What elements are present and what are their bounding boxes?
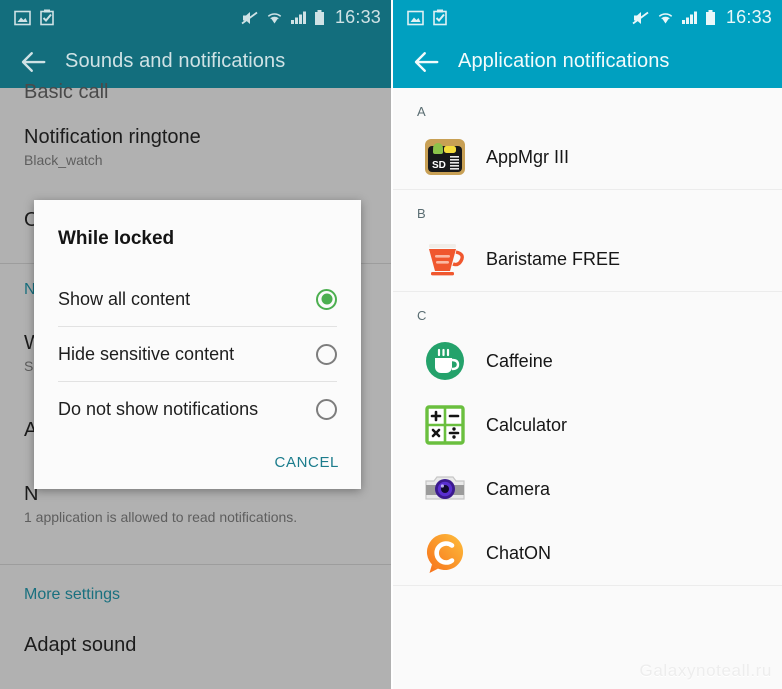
app-section-b: B Baristame FREE bbox=[393, 190, 782, 292]
section-letter: C bbox=[417, 308, 427, 323]
right-page-title: Application notifications bbox=[458, 50, 670, 72]
status-bar-left: 16:33 bbox=[0, 0, 391, 35]
clipboard-check-icon bbox=[40, 9, 54, 26]
list-item-adapt-sound[interactable]: Adapt sound bbox=[24, 633, 136, 657]
list-item-subtitle: 1 application is allowed to read notific… bbox=[24, 509, 298, 525]
list-item-chaton[interactable]: ChatON bbox=[393, 521, 782, 585]
dual-screenshot-root: 16:33 Sounds and notifications Basic cal… bbox=[0, 0, 782, 689]
back-arrow-icon[interactable] bbox=[411, 47, 441, 77]
back-arrow-icon[interactable] bbox=[18, 47, 48, 77]
list-item-camera[interactable]: Camera bbox=[393, 457, 782, 521]
signal-icon bbox=[681, 11, 697, 24]
dialog-option-label: Show all content bbox=[58, 288, 191, 309]
status-bar-left-icons bbox=[14, 9, 56, 26]
battery-icon bbox=[314, 9, 324, 25]
list-item-baristame[interactable]: Baristame FREE bbox=[393, 227, 782, 291]
appmgr-icon: SD bbox=[425, 139, 465, 175]
camera-icon bbox=[425, 476, 465, 500]
app-name: Calculator bbox=[486, 414, 568, 435]
section-divider bbox=[0, 564, 391, 565]
list-item-caffeine[interactable]: Caffeine bbox=[393, 329, 782, 393]
dialog-option-do-not-show-notifications[interactable]: Do not show notifications bbox=[34, 382, 361, 436]
status-bar-right: 16:33 bbox=[393, 0, 782, 35]
picture-icon bbox=[14, 10, 31, 25]
status-bar-right-icons: 16:33 bbox=[241, 7, 381, 28]
status-bar-right-icons: 16:33 bbox=[632, 7, 772, 28]
dialog-option-show-all-content[interactable]: Show all content bbox=[34, 272, 361, 326]
mute-icon bbox=[241, 11, 258, 24]
list-item-calculator[interactable]: Calculator bbox=[393, 393, 782, 457]
list-item-subtitle: Black_watch bbox=[24, 152, 103, 168]
list-item-title: Adapt sound bbox=[24, 634, 137, 656]
while-locked-dialog: While locked Show all content Hide sensi… bbox=[34, 200, 361, 489]
dialog-option-hide-sensitive-content[interactable]: Hide sensitive content bbox=[34, 327, 361, 381]
svg-text:SD: SD bbox=[432, 160, 446, 171]
calculator-icon bbox=[425, 405, 465, 445]
app-name: Baristame FREE bbox=[486, 248, 621, 269]
coffee-cup-icon bbox=[429, 244, 464, 276]
dialog-title: While locked bbox=[58, 228, 175, 249]
mute-icon bbox=[632, 11, 649, 24]
site-watermark: Galaxynoteall.ru bbox=[639, 661, 772, 680]
section-letter: B bbox=[417, 206, 426, 221]
app-section-c: C Caffeine Calculator Camera ChatON bbox=[393, 292, 782, 586]
list-item-title: Notification ringtone bbox=[24, 126, 201, 148]
application-notifications-list: A SD AppMgr III B Baristame FREE C Caffe… bbox=[393, 88, 782, 689]
status-bar-clock: 16:33 bbox=[725, 7, 772, 27]
left-phone-screen: 16:33 Sounds and notifications Basic cal… bbox=[0, 0, 391, 689]
battery-icon bbox=[705, 9, 715, 25]
wifi-icon bbox=[267, 13, 282, 24]
list-item-more-settings[interactable]: More settings bbox=[24, 583, 120, 607]
caffeine-icon bbox=[426, 342, 464, 380]
dialog-option-label: Hide sensitive content bbox=[58, 343, 235, 364]
status-bar-left-icons bbox=[407, 9, 449, 26]
cancel-button[interactable]: CANCEL bbox=[275, 454, 339, 471]
dialog-option-label: Do not show notifications bbox=[58, 398, 259, 419]
clipboard-check-icon bbox=[433, 9, 447, 26]
radio-button-selected-icon[interactable] bbox=[316, 288, 337, 310]
list-item-appmgr[interactable]: SD AppMgr III bbox=[393, 125, 782, 189]
radio-button-icon[interactable] bbox=[316, 398, 337, 420]
app-name: Camera bbox=[486, 478, 551, 499]
app-section-a: A SD AppMgr III bbox=[393, 88, 782, 190]
app-name: ChatON bbox=[486, 542, 552, 563]
radio-button-icon[interactable] bbox=[316, 343, 337, 365]
wifi-icon bbox=[658, 13, 673, 24]
list-item-notification-ringtone[interactable]: Notification ringtone Black_watch bbox=[24, 125, 201, 168]
chaton-icon bbox=[426, 533, 464, 573]
clipped-list-item: Basic call bbox=[24, 81, 109, 103]
signal-icon bbox=[290, 11, 306, 24]
right-phone-screen: 16:33 Application notifications A SD App… bbox=[391, 0, 782, 689]
section-letter: A bbox=[417, 104, 426, 119]
app-name: AppMgr III bbox=[486, 146, 570, 167]
left-page-title: Sounds and notifications bbox=[65, 50, 286, 72]
picture-icon bbox=[407, 10, 424, 25]
right-action-bar: Application notifications bbox=[393, 35, 782, 88]
list-item-title: More settings bbox=[24, 586, 121, 603]
app-name: Caffeine bbox=[486, 350, 553, 371]
status-bar-clock: 16:33 bbox=[334, 7, 381, 27]
dialog-action-row: CANCEL bbox=[34, 436, 361, 489]
